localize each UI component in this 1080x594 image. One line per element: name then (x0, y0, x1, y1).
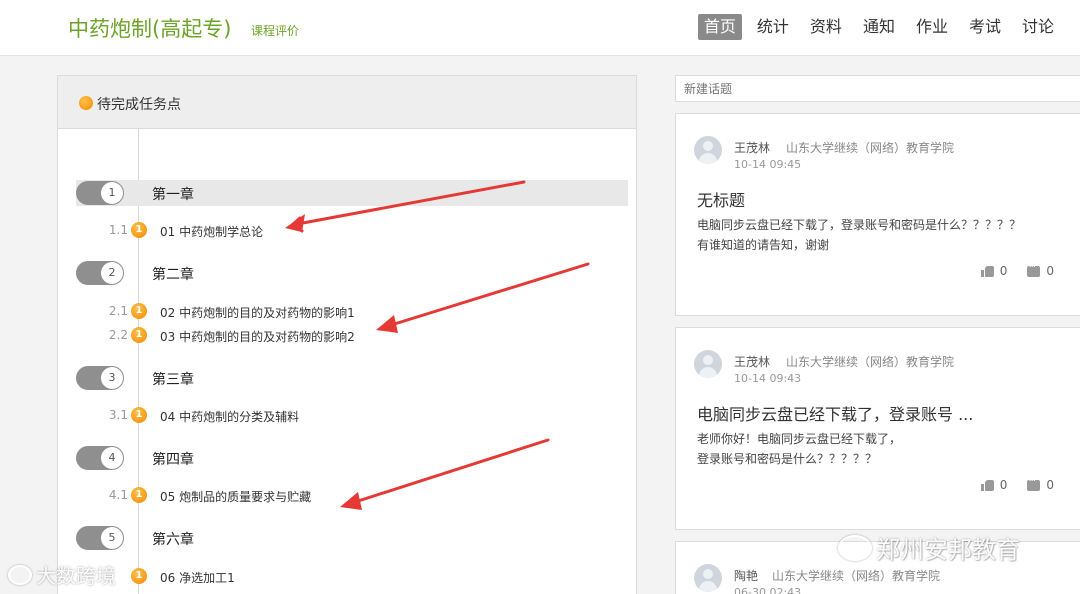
main-nav: 首页 统计 资料 通知 作业 考试 讨论 (697, 14, 1060, 40)
discussion-post[interactable]: 王茂林 山东大学继续（网络）教育学院 10-14 09:45 无标题 电脑同步云… (675, 113, 1080, 316)
task-link[interactable]: 04 中药炮制的分类及辅料 (160, 408, 299, 425)
chapter-row[interactable]: 4 第四章 (76, 445, 628, 471)
like-count: 0 (999, 264, 1008, 278)
post-title[interactable]: 无标题 (697, 187, 745, 211)
comment-icon (1027, 476, 1041, 491)
course-title[interactable]: 中药炮制(高起专) (68, 13, 231, 43)
post-time: 06-30 02:43 (734, 586, 802, 594)
watermark-left: 大数跨境 (8, 560, 116, 589)
task-link[interactable]: 01 中药炮制学总论 (160, 223, 263, 240)
like-button[interactable]: 0 (980, 264, 1008, 278)
post-title[interactable]: 电脑同步云盘已经下载了，登录账号 ... (697, 401, 973, 425)
task-pending-badge: 1 (131, 327, 147, 343)
post-body-line: 老师你好！电脑同步云盘已经下载了， (697, 432, 902, 446)
task-pending-badge: 1 (131, 568, 147, 584)
chapter-title: 第三章 (152, 372, 194, 388)
post-body: 老师你好！电脑同步云盘已经下载了， 登录账号和密码是什么？？？？？ (697, 429, 1057, 469)
chapter-row[interactable]: 1 第一章 (76, 180, 628, 206)
post-actions: 0 0 (980, 476, 1054, 492)
task-link[interactable]: 03 中药炮制的目的及对药物的影响2 (160, 328, 355, 345)
watermark-right: 郑州安邦教育 (838, 530, 1020, 565)
chapter-title: 第四章 (152, 452, 194, 468)
discussion-post[interactable]: 王茂林 山东大学继续（网络）教育学院 10-14 09:43 电脑同步云盘已经下… (675, 327, 1080, 530)
thumbs-up-icon (980, 479, 994, 491)
watermark-text: 郑州安邦教育 (876, 536, 1020, 564)
comment-count: 0 (1046, 478, 1054, 492)
chapter-row[interactable]: 2 第二章 (76, 260, 628, 286)
chapter-number: 2 (101, 262, 123, 284)
pending-tasks-panel: 待完成任务点 1 第一章 1.1 1 01 中药炮制学总论 2 第二章 2.1 … (57, 75, 637, 594)
thumbs-up-icon (980, 265, 994, 277)
chapter-row[interactable]: 3 第三章 (76, 365, 628, 391)
task-pending-badge: 1 (131, 222, 147, 238)
post-actions: 0 0 (980, 262, 1054, 278)
chapter-toggle[interactable]: 5 (76, 526, 124, 550)
comment-button[interactable]: 0 (1027, 262, 1054, 278)
post-body: 电脑同步云盘已经下载了，登录账号和密码是什么？？？？？ 有谁知道的请告知，谢谢 (697, 215, 1057, 255)
watermark-text: 大数跨境 (36, 564, 116, 588)
chapter-toggle[interactable]: 4 (76, 446, 124, 470)
chapter-number: 3 (101, 367, 123, 389)
nav-discussion[interactable]: 讨论 (1016, 14, 1060, 40)
task-link[interactable]: 02 中药炮制的目的及对药物的影响1 (160, 304, 355, 321)
comment-count: 0 (1046, 264, 1054, 278)
top-header: 中药炮制(高起专) 课程评价 首页 统计 资料 通知 作业 考试 讨论 (0, 0, 1080, 56)
post-school: 山东大学继续（网络）教育学院 (772, 569, 941, 583)
wechat-logo-icon (838, 534, 872, 561)
chapter-row[interactable]: 5 第六章 (76, 525, 628, 551)
course-eval-link[interactable]: 课程评价 (251, 22, 299, 39)
pending-dot-icon (79, 96, 93, 110)
task-link[interactable]: 06 净选加工1 (160, 569, 235, 586)
like-count: 0 (999, 478, 1008, 492)
post-body-line: 电脑同步云盘已经下载了，登录账号和密码是什么？？？？？ (697, 218, 1022, 232)
avatar[interactable] (694, 136, 722, 164)
post-time: 10-14 09:43 (734, 372, 802, 385)
task-number: 4.1 (108, 488, 128, 502)
task-link[interactable]: 05 炮制品的质量要求与贮藏 (160, 488, 311, 505)
nav-notices[interactable]: 通知 (857, 14, 901, 40)
weibo-logo-icon (8, 564, 32, 585)
panel-title: 待完成任务点 (97, 97, 181, 113)
avatar[interactable] (694, 564, 722, 592)
nav-homework[interactable]: 作业 (910, 14, 954, 40)
task-number: 2.1 (108, 304, 128, 318)
panel-header: 待完成任务点 (58, 76, 636, 129)
nav-home[interactable]: 首页 (697, 14, 742, 40)
post-body-line: 登录账号和密码是什么？？？？？ (697, 452, 878, 466)
task-number: 1.1 (108, 223, 128, 237)
chapter-title: 第六章 (152, 532, 194, 548)
post-school: 山东大学继续（网络）教育学院 (786, 355, 955, 369)
chapter-toggle[interactable]: 2 (76, 261, 124, 285)
chapter-number: 5 (101, 527, 123, 549)
chapter-toggle[interactable]: 3 (76, 366, 124, 390)
comment-button[interactable]: 0 (1027, 476, 1054, 492)
nav-exams[interactable]: 考试 (963, 14, 1007, 40)
chapter-number: 1 (101, 182, 123, 204)
nav-materials[interactable]: 资料 (804, 14, 848, 40)
comment-icon (1027, 262, 1041, 277)
chapter-toggle[interactable]: 1 (76, 181, 124, 205)
chapter-title: 第二章 (152, 267, 194, 283)
post-time: 10-14 09:45 (734, 158, 802, 171)
like-button[interactable]: 0 (980, 478, 1008, 492)
post-author[interactable]: 王茂林 (734, 139, 770, 156)
post-author[interactable]: 王茂林 (734, 353, 770, 370)
chapter-title: 第一章 (152, 187, 194, 203)
task-number: 2.2 (108, 328, 128, 342)
post-body-line: 有谁知道的请告知，谢谢 (697, 238, 830, 252)
nav-statistics[interactable]: 统计 (751, 14, 795, 40)
task-pending-badge: 1 (131, 303, 147, 319)
post-author[interactable]: 陶艳 (734, 567, 758, 584)
avatar[interactable] (694, 350, 722, 378)
chapter-number: 4 (101, 447, 123, 469)
post-school: 山东大学继续（网络）教育学院 (786, 141, 955, 155)
task-number: 3.1 (108, 408, 128, 422)
new-topic-input[interactable] (675, 75, 1080, 102)
task-pending-badge: 1 (131, 487, 147, 503)
task-pending-badge: 1 (131, 407, 147, 423)
